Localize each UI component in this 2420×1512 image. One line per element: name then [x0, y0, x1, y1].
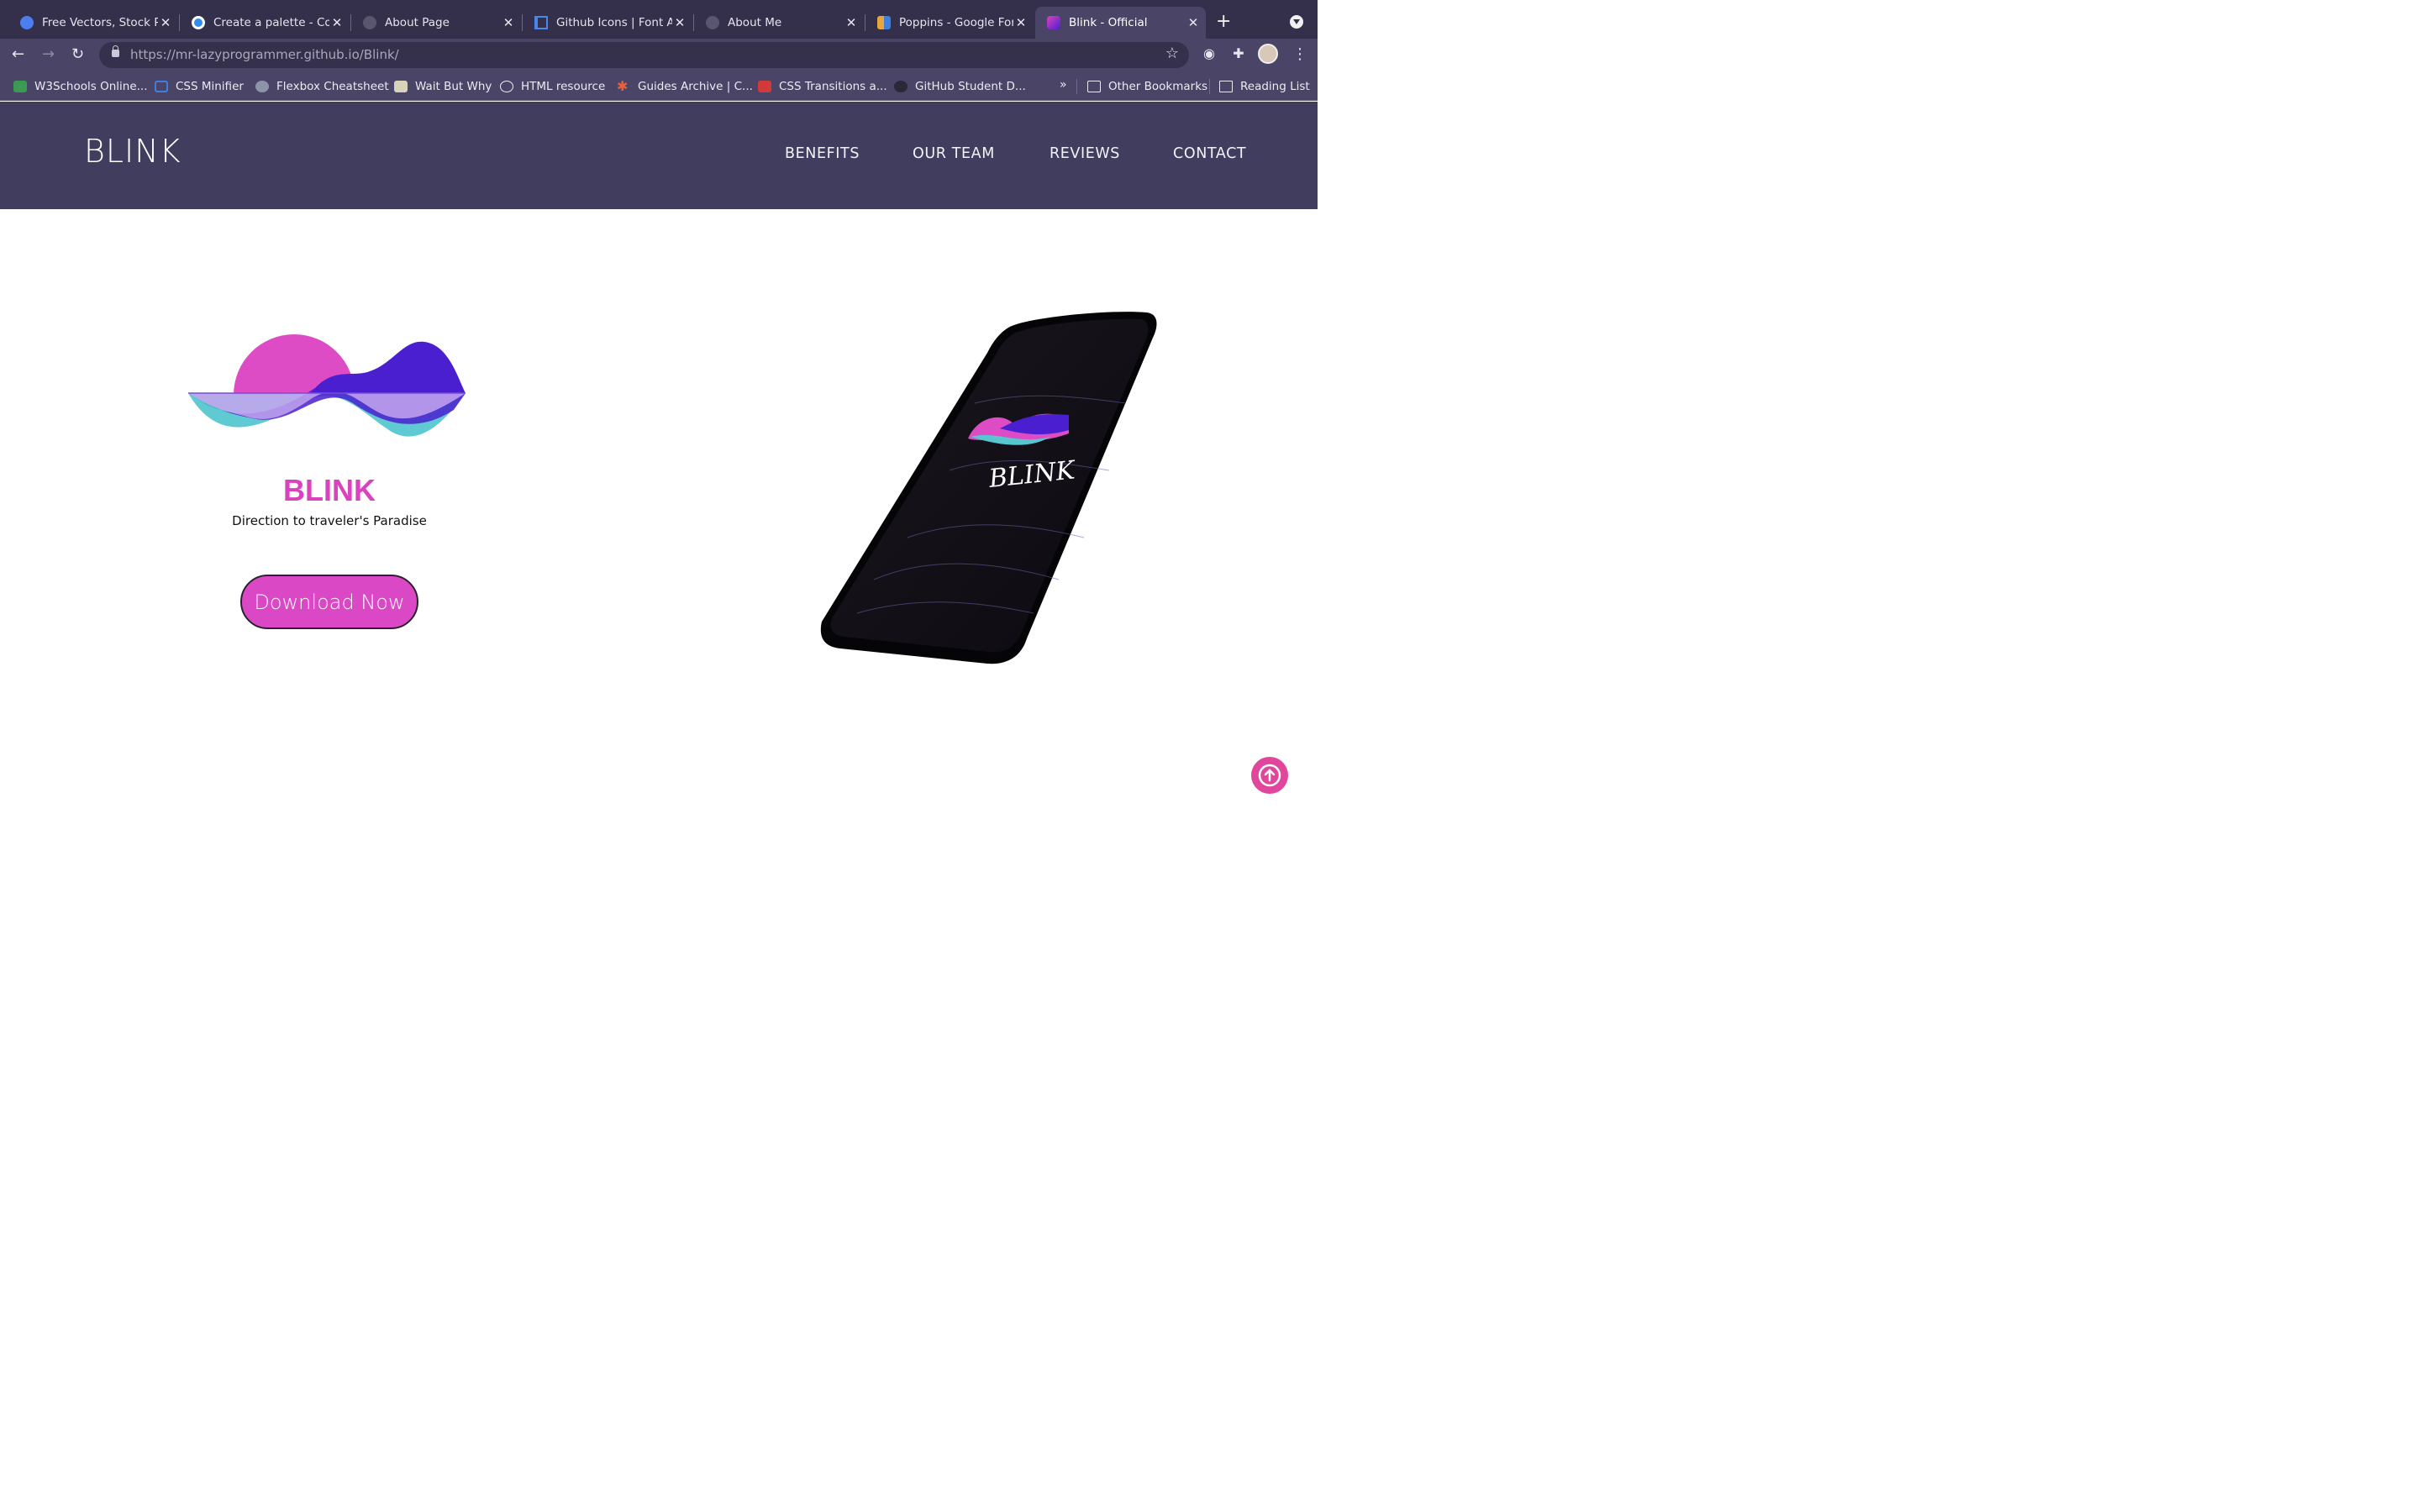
- blink-wave-logo: [188, 334, 466, 437]
- extension-icon[interactable]: ◉: [1201, 45, 1218, 62]
- bookmark-label: W3Schools Online...: [34, 80, 148, 93]
- reading-list[interactable]: Reading List: [1219, 79, 1310, 94]
- bookmark-label: Flexbox Cheatsheet: [276, 80, 389, 93]
- close-icon[interactable]: ✕: [158, 15, 173, 30]
- bookmark-label: Wait But Why: [415, 80, 492, 93]
- hero-subtitle: Direction to traveler's Paradise: [232, 513, 427, 528]
- folder-icon: [1087, 81, 1101, 92]
- globe-icon: [706, 16, 719, 29]
- other-bookmarks-label: Other Bookmarks: [1108, 80, 1208, 93]
- close-icon[interactable]: ✕: [844, 15, 859, 30]
- other-bookmarks[interactable]: Other Bookmarks: [1087, 79, 1207, 94]
- tab-about-page[interactable]: About Page ✕: [351, 7, 521, 39]
- globe-icon: [363, 16, 376, 29]
- browser-tab-strip: Free Vectors, Stock P ✕ Create a palette…: [0, 0, 1318, 39]
- bookmarks-divider: [1209, 79, 1210, 94]
- avatar[interactable]: [1258, 44, 1278, 64]
- blink-icon: [1047, 16, 1060, 29]
- url-path: /Blink/: [359, 47, 399, 62]
- freepik-icon: [20, 16, 34, 29]
- close-icon[interactable]: ✕: [1013, 15, 1028, 30]
- bookmark-label: GitHub Student D...: [915, 80, 1026, 93]
- google-fonts-icon: [877, 16, 891, 29]
- nav-contact[interactable]: CONTACT: [1173, 145, 1246, 162]
- url-host: https://mr-lazyprogrammer.github.io: [130, 47, 360, 62]
- waitbutwhy-icon: [394, 81, 408, 92]
- url-text[interactable]: https://mr-lazyprogrammer.github.io/Blin…: [130, 47, 399, 62]
- new-tab-button[interactable]: +: [1216, 11, 1231, 32]
- bookmark-label: HTML resource: [521, 80, 606, 93]
- css-icon: [155, 81, 168, 92]
- tab-title: Create a palette - Coo: [213, 16, 329, 29]
- asterisk-icon: ✱: [617, 78, 629, 94]
- tab-title: Poppins - Google Fon: [899, 16, 1013, 29]
- bookmark-label: CSS Transitions a...: [779, 80, 887, 93]
- browser-toolbar: ← → ↻ https://mr-lazyprogrammer.github.i…: [0, 39, 1318, 71]
- phone-mockup-image: BLINK: [820, 312, 1157, 664]
- w3schools-icon: [13, 81, 27, 92]
- tab-blink-official[interactable]: Blink - Official ✕: [1035, 7, 1206, 39]
- arrow-up-circle-icon: [1258, 764, 1281, 787]
- tab-title: Blink - Official: [1069, 16, 1148, 29]
- scroll-to-top-button[interactable]: [1251, 757, 1288, 794]
- css-tricks-icon: [758, 81, 771, 92]
- back-arrow-icon[interactable]: ←: [12, 45, 24, 63]
- reload-icon[interactable]: ↻: [71, 45, 84, 63]
- forward-arrow-icon[interactable]: →: [42, 45, 55, 63]
- bookmark-html-resource[interactable]: HTML resource: [500, 79, 605, 94]
- tab-freepik[interactable]: Free Vectors, Stock P ✕: [8, 7, 178, 39]
- bookmark-guides-archive[interactable]: ✱ Guides Archive | C...: [617, 79, 753, 94]
- hero-title: BLINK: [283, 473, 376, 507]
- bookmark-label: CSS Minifier: [176, 80, 244, 93]
- nav-our-team[interactable]: OUR TEAM: [913, 145, 995, 162]
- tab-title: Free Vectors, Stock P: [42, 16, 158, 29]
- bookmarks-divider: [1076, 79, 1077, 94]
- bookmark-label: Guides Archive | C...: [638, 80, 753, 93]
- reading-list-icon: [1219, 81, 1233, 92]
- github-icon: [894, 81, 908, 92]
- close-icon[interactable]: ✕: [1186, 15, 1201, 30]
- html-icon: [500, 81, 513, 92]
- tab-title: About Me: [728, 16, 782, 29]
- close-icon[interactable]: ✕: [501, 15, 516, 30]
- tab-about-me[interactable]: About Me ✕: [694, 7, 864, 39]
- bookmark-wait-but-why[interactable]: Wait But Why: [394, 79, 492, 94]
- flexbox-icon: [255, 81, 269, 92]
- close-icon[interactable]: ✕: [329, 15, 345, 30]
- coolors-icon: [192, 16, 205, 29]
- bookmark-flexbox[interactable]: Flexbox Cheatsheet: [255, 79, 389, 94]
- lock-icon: [112, 45, 119, 57]
- bookmark-github-student[interactable]: GitHub Student D...: [894, 79, 1026, 94]
- reading-list-label: Reading List: [1240, 80, 1310, 93]
- tab-poppins[interactable]: Poppins - Google Fon ✕: [865, 7, 1034, 39]
- bookmark-star-icon[interactable]: ☆: [1165, 45, 1179, 62]
- bookmark-w3schools[interactable]: W3Schools Online...: [13, 79, 148, 94]
- close-icon[interactable]: ✕: [672, 15, 687, 30]
- nav-benefits[interactable]: BENEFITS: [785, 145, 860, 162]
- tab-coolors[interactable]: Create a palette - Coo ✕: [180, 7, 350, 39]
- nav-reviews[interactable]: REVIEWS: [1050, 145, 1120, 162]
- bookmarks-bar: W3Schools Online... CSS Minifier Flexbox…: [0, 71, 1318, 101]
- bookmark-css-transitions[interactable]: CSS Transitions a...: [758, 79, 887, 94]
- address-bar[interactable]: https://mr-lazyprogrammer.github.io/Blin…: [99, 42, 1189, 68]
- tab-search-icon[interactable]: [1290, 15, 1303, 29]
- puzzle-icon[interactable]: ✚: [1230, 45, 1247, 62]
- menu-kebab-icon[interactable]: ⋮: [1292, 45, 1307, 63]
- site-logo[interactable]: BLINK: [84, 133, 182, 170]
- tab-github-icons[interactable]: Github Icons | Font Aw ✕: [523, 7, 692, 39]
- tab-title: Github Icons | Font Aw: [556, 16, 672, 29]
- download-now-button[interactable]: Download Now: [240, 575, 418, 629]
- site-header: BLINK BENEFITS OUR TEAM REVIEWS CONTACT: [0, 102, 1318, 209]
- tab-title: About Page: [385, 16, 450, 29]
- bookmark-css-minifier[interactable]: CSS Minifier: [155, 79, 244, 94]
- flag-icon: [534, 16, 548, 29]
- bookmarks-overflow-button[interactable]: »: [1060, 78, 1067, 92]
